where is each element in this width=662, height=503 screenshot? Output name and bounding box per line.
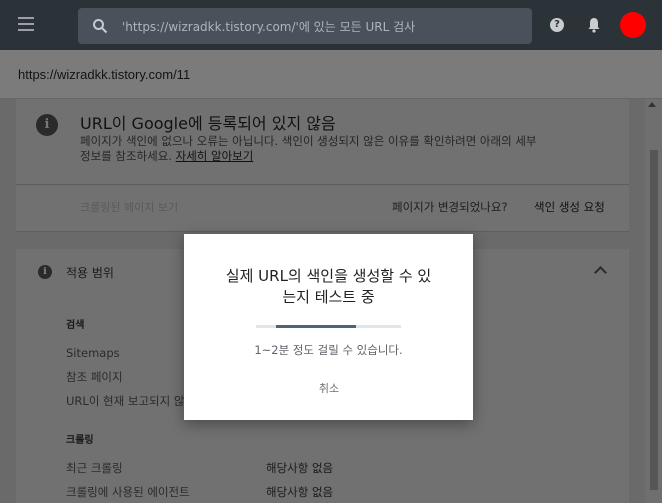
last-crawl-value: 해당사항 없음 — [266, 461, 334, 475]
sitemaps-label: Sitemaps — [66, 346, 120, 360]
index-status-description: 페이지가 색인에 없으나 오류는 아닙니다. 색인이 생성되지 않은 이유를 확… — [80, 134, 540, 164]
crawl-section-heading: 크롤링 — [66, 435, 94, 446]
scroll-up-arrow-icon[interactable] — [648, 102, 656, 107]
info-icon: i — [38, 265, 52, 279]
top-app-bar: ? — [0, 0, 662, 50]
request-indexing-button[interactable]: 색인 생성 요청 — [534, 199, 605, 215]
avatar[interactable] — [620, 12, 646, 38]
url-not-reported-label: URL이 현재 보고되지 않음 — [66, 394, 196, 408]
index-status-title: URL이 Google에 등록되어 있지 않음 — [80, 114, 336, 133]
help-icon[interactable]: ? — [550, 18, 564, 32]
menu-icon[interactable] — [18, 17, 34, 31]
referring-page-label: 참조 페이지 — [66, 370, 123, 384]
view-crawled-page-link[interactable]: 크롤링된 페이지 보기 — [80, 199, 178, 215]
info-icon: i — [36, 114, 58, 136]
url-inspection-search[interactable] — [78, 8, 532, 46]
dialog-title-line1: 실제 URL의 색인을 생성할 수 있 — [225, 267, 432, 285]
divider — [16, 184, 629, 185]
bell-icon[interactable] — [587, 17, 601, 33]
last-crawl-label: 최근 크롤링 — [66, 461, 123, 475]
progress-bar-fill — [276, 325, 356, 328]
cancel-button[interactable]: 취소 — [308, 377, 350, 399]
inspected-url-bar: https://wizradkk.tistory.com/11 — [0, 50, 662, 99]
description-text: 페이지가 색인에 없으나 오류는 아닙니다. 색인이 생성되지 않은 이유를 확… — [80, 134, 537, 163]
coverage-title: 적용 범위 — [66, 266, 114, 280]
search-input[interactable] — [120, 8, 524, 46]
search-icon — [93, 19, 108, 34]
dialog-title: 실제 URL의 색인을 생성할 수 있 는지 테스트 중 — [184, 266, 473, 308]
progress-bar — [256, 325, 401, 328]
crawled-as-label: 크롤링에 사용된 에이전트 — [66, 485, 190, 499]
dialog-subtitle: 1~2분 정도 걸릴 수 있습니다. — [254, 343, 403, 357]
page-changed-question: 페이지가 변경되었나요? — [392, 200, 508, 214]
scrollbar-thumb[interactable] — [650, 150, 658, 490]
live-test-dialog: 실제 URL의 색인을 생성할 수 있 는지 테스트 중 1~2분 정도 걸릴 … — [184, 234, 473, 420]
learn-more-link[interactable]: 자세히 알아보기 — [176, 149, 254, 163]
dialog-title-line2: 는지 테스트 중 — [282, 288, 375, 306]
search-section-heading: 검색 — [66, 320, 85, 331]
inspected-url: https://wizradkk.tistory.com/11 — [18, 67, 191, 82]
crawled-as-value: 해당사항 없음 — [266, 485, 334, 499]
